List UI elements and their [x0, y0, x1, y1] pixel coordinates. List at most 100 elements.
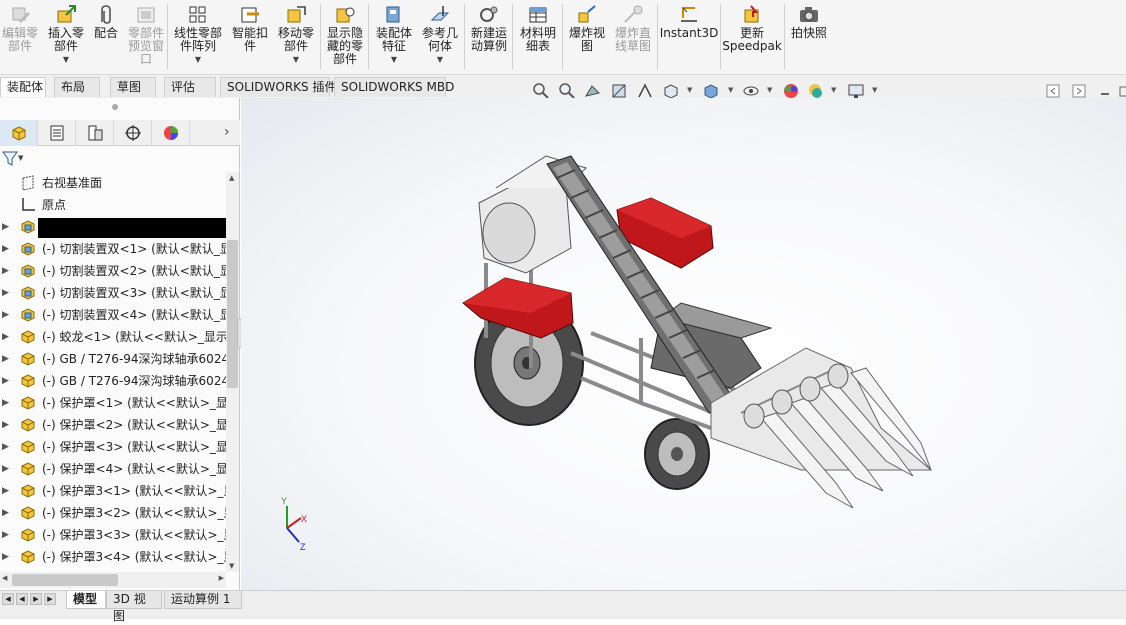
scroll-left-icon[interactable]: ◀ [2, 574, 7, 582]
scrollbar-thumb[interactable] [227, 240, 238, 388]
graphics-area[interactable]: Y X Z [241, 98, 1126, 590]
edit-component-button[interactable]: 编辑零 部件 [0, 2, 40, 72]
tree-row[interactable]: ▶ (-) 切割装置双<2> (默认<默认_显 [0, 260, 226, 282]
tree-row[interactable]: ▶ (-) 切割装置双<4> (默认<默认_显 [0, 304, 226, 326]
part-icon [20, 329, 36, 345]
next-tab-icon[interactable]: ▶ [30, 593, 42, 605]
expand-arrow-icon[interactable]: ▶ [2, 414, 9, 436]
tree-row[interactable]: ▶ (-) 保护罩<2> (默认<<默认>_显示 [0, 414, 226, 436]
model-harvester-drawing[interactable]: Y X Z [241, 98, 1126, 590]
chevron-down-icon[interactable]: ▼ [728, 86, 733, 94]
component-preview-button[interactable]: 零部件 预览窗 口 [124, 2, 168, 72]
paperclip-icon [95, 4, 117, 26]
chevron-down-icon[interactable]: ▼ [687, 86, 692, 94]
scrollbar-thumb[interactable] [12, 574, 118, 586]
triad-z-label: Z [300, 542, 306, 552]
tab-evaluate[interactable]: 评估 [164, 77, 216, 97]
tab-3d-view[interactable]: 3D 视图 [106, 591, 162, 623]
explode-line-sketch-button[interactable]: 爆炸直 线草图 [611, 2, 655, 72]
tree-row[interactable]: ▶ (-) 保护罩3<3> (默认<<默认>_显 [0, 524, 226, 546]
scroll-up-icon[interactable]: ▲ [229, 174, 234, 182]
chevron-down-icon[interactable]: ▼ [63, 53, 69, 66]
expand-arrow-icon[interactable]: ▶ [2, 436, 9, 458]
tree-row-label: (-) 蛟龙<1> (默认<<默认>_显示状 [42, 330, 226, 344]
property-manager-tab-icon[interactable] [38, 120, 76, 146]
tree-row[interactable]: ▶ (-) 保护罩<4> (默认<<默认>_显示 [0, 458, 226, 480]
chevron-down-icon[interactable]: ▼ [391, 53, 397, 66]
motion-study-icon [478, 4, 500, 26]
bill-of-materials-button[interactable]: 材料明 细表 [515, 2, 561, 72]
chevron-right-icon[interactable]: › [224, 124, 230, 140]
tab-assembly[interactable]: 装配体 [0, 77, 46, 97]
tree-row[interactable]: ▶ [0, 216, 226, 238]
chevron-down-icon[interactable]: ▼ [293, 53, 299, 66]
chevron-down-icon[interactable]: ▼ [767, 86, 772, 94]
assembly-features-button[interactable]: 装配体 特征 ▼ [372, 2, 416, 72]
dimxpert-tab-icon[interactable] [114, 120, 152, 146]
tree-row[interactable]: ▶ (-) 切割装置双<1> (默认<默认_显 [0, 238, 226, 260]
tree-row[interactable]: ▶ (-) 保护罩<1> (默认<<默认>_显示 [0, 392, 226, 414]
expand-arrow-icon[interactable]: ▶ [2, 348, 9, 370]
tab-solidworks-mbd[interactable]: SOLIDWORKS MBD [334, 77, 454, 97]
smart-fasteners-button[interactable]: 智能扣 件 [228, 2, 272, 72]
expand-arrow-icon[interactable]: ▶ [2, 502, 9, 524]
tab-layout[interactable]: 布局 [54, 77, 100, 97]
insert-component-button[interactable]: 插入零 部件 ▼ [44, 2, 88, 72]
mate-button[interactable]: 配合 [90, 2, 122, 72]
chevron-down-icon[interactable]: ▼ [872, 86, 877, 94]
tree-row[interactable]: ▶ (-) 保护罩3<4> (默认<<默认>_显 [0, 546, 226, 568]
update-speedpak-button[interactable]: 更新 Speedpak [722, 2, 782, 72]
reference-geometry-button[interactable]: 参考几 何体 ▼ [418, 2, 462, 72]
prev-tab-icon[interactable]: ◀ [16, 593, 28, 605]
tree-vertical-scrollbar[interactable]: ▲ ▼ [226, 172, 239, 572]
scroll-right-icon[interactable]: ▶ [219, 574, 224, 582]
tree-row[interactable]: ▶ (-) GB / T276-94深沟球轴承6024 [0, 348, 226, 370]
tree-row[interactable]: 右视基准面 [0, 172, 226, 194]
expand-arrow-icon[interactable]: ▶ [2, 546, 9, 568]
exploded-view-button[interactable]: 爆炸视 图 [565, 2, 609, 72]
chevron-down-icon[interactable]: ▼ [18, 154, 23, 162]
expand-arrow-icon[interactable]: ▶ [2, 260, 9, 282]
edit-component-label: 编辑零 部件 [1, 26, 38, 53]
insert-component-icon [55, 4, 77, 26]
scroll-down-icon[interactable]: ▼ [229, 562, 234, 570]
expand-arrow-icon[interactable]: ▶ [2, 304, 9, 326]
expand-arrow-icon[interactable]: ▶ [2, 238, 9, 260]
chevron-down-icon[interactable]: ▼ [437, 53, 443, 66]
move-component-button[interactable]: 移动零 部件 ▼ [274, 2, 318, 72]
tab-solidworks-addins[interactable]: SOLIDWORKS 插件 [220, 77, 336, 97]
expand-arrow-icon[interactable]: ▶ [2, 216, 9, 238]
chevron-down-icon[interactable]: ▼ [831, 86, 836, 94]
tree-row[interactable]: ▶ (-) 保护罩<3> (默认<<默认>_显示 [0, 436, 226, 458]
expand-arrow-icon[interactable]: ▶ [2, 458, 9, 480]
chevron-down-icon[interactable]: ▼ [195, 53, 201, 66]
tree-row[interactable]: ▶ (-) 保护罩3<1> (默认<<默认>_显 [0, 480, 226, 502]
take-snapshot-button[interactable]: 拍快照 [787, 2, 831, 72]
panel-grip-icon[interactable] [112, 104, 118, 110]
tree-row[interactable]: ▶ (-) 保护罩3<2> (默认<<默认>_显 [0, 502, 226, 524]
expand-arrow-icon[interactable]: ▶ [2, 480, 9, 502]
instant3d-button[interactable]: Instant3D [660, 2, 718, 72]
tree-row[interactable]: 原点 [0, 194, 226, 216]
tab-motion-study[interactable]: 运动算例 1 [164, 591, 242, 609]
tree-row[interactable]: ▶ (-) GB / T276-94深沟球轴承6024 [0, 370, 226, 392]
tree-row-label: (-) 保护罩<1> (默认<<默认>_显示 [42, 396, 226, 410]
tab-sketch[interactable]: 草图 [110, 77, 156, 97]
last-tab-icon[interactable]: ▶ [44, 593, 56, 605]
tree-horizontal-scrollbar[interactable]: ◀ ▶ [0, 572, 226, 588]
expand-arrow-icon[interactable]: ▶ [2, 392, 9, 414]
tree-row[interactable]: ▶ (-) 切割装置双<3> (默认<默认_显 [0, 282, 226, 304]
new-motion-study-button[interactable]: 新建运 动算例 [467, 2, 511, 72]
feature-manager-tab-icon[interactable] [0, 120, 38, 146]
expand-arrow-icon[interactable]: ▶ [2, 524, 9, 546]
configuration-manager-tab-icon[interactable] [76, 120, 114, 146]
display-manager-tab-icon[interactable] [152, 120, 190, 146]
expand-arrow-icon[interactable]: ▶ [2, 326, 9, 348]
tab-model[interactable]: 模型 [66, 591, 106, 609]
tree-row[interactable]: ▶ (-) 蛟龙<1> (默认<<默认>_显示状 [0, 326, 226, 348]
show-hidden-components-button[interactable]: 显示隐 藏的零 部件 [322, 2, 368, 72]
first-tab-icon[interactable]: ◀ [2, 593, 14, 605]
expand-arrow-icon[interactable]: ▶ [2, 370, 9, 392]
expand-arrow-icon[interactable]: ▶ [2, 282, 9, 304]
linear-pattern-button[interactable]: 线性零部 件阵列 ▼ [170, 2, 226, 72]
